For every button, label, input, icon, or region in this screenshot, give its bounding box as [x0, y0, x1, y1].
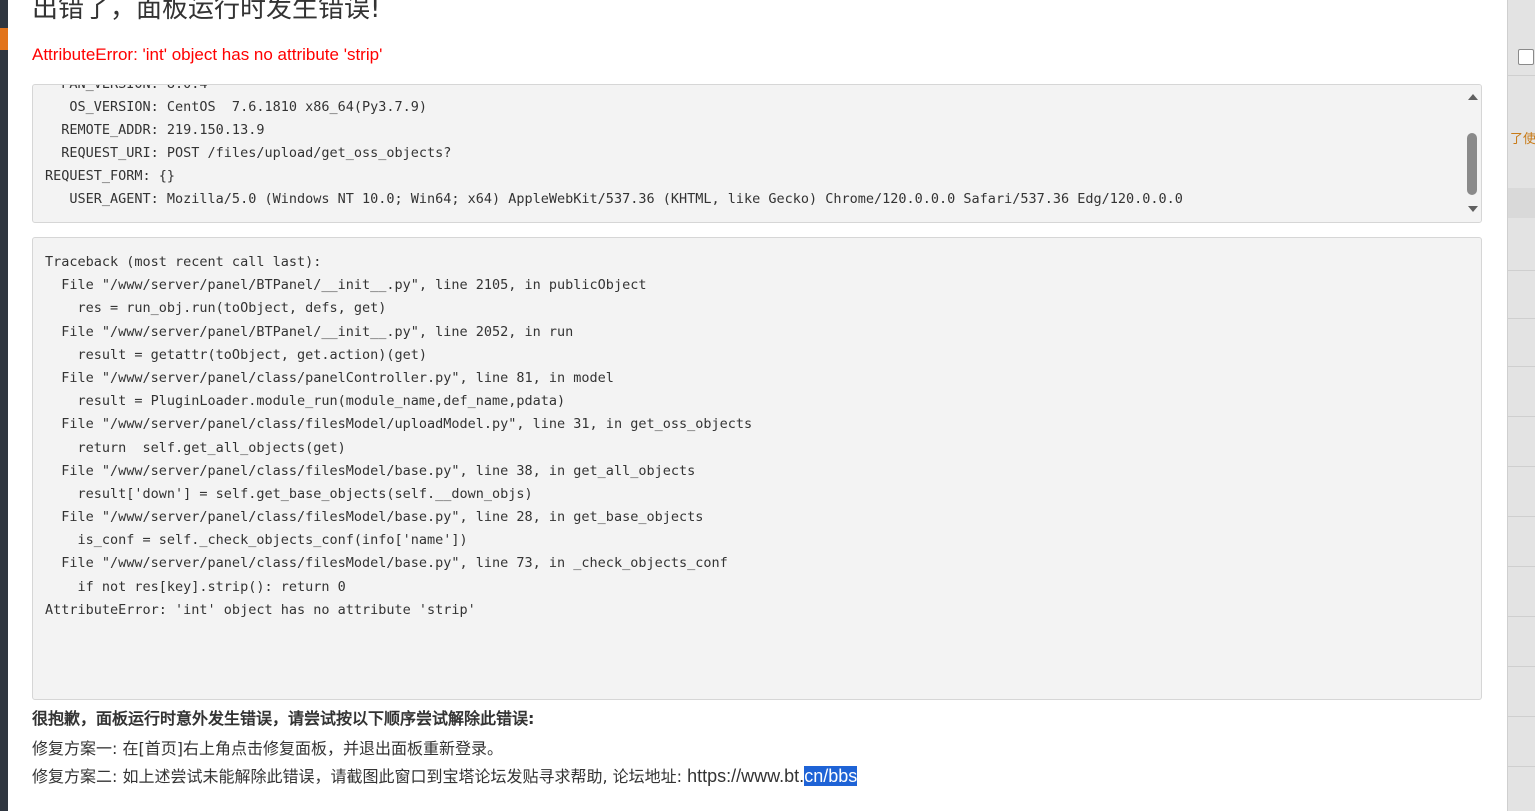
traceback-line: File "/www/server/panel/BTPanel/__init__…	[45, 323, 574, 340]
traceback-box[interactable]: Traceback (most recent call last): File …	[32, 237, 1482, 700]
background-page-left	[0, 0, 8, 811]
error-dialog: 出错了，面板运行时发生错误! AttributeError: 'int' obj…	[8, 0, 1507, 811]
traceback-line: File "/www/server/panel/class/panelContr…	[45, 369, 614, 386]
traceback-line: result = getattr(toObject, get.action)(g…	[45, 346, 428, 363]
background-divider	[1508, 716, 1535, 717]
scroll-down-arrow-icon[interactable]	[1468, 206, 1478, 212]
background-page-right: 了使用	[1507, 0, 1535, 811]
background-divider	[1508, 466, 1535, 467]
help-heading: 很抱歉，面板运行时意外发生错误，请尝试按以下顺序尝试解除此错误:	[32, 709, 535, 728]
dialog-title: 出错了，面板运行时发生错误!	[32, 0, 381, 24]
info-line: PAN_VERSION: 8.0.4	[45, 84, 208, 92]
traceback-line: if not res[key].strip(): return 0	[45, 578, 346, 595]
info-scrollbar[interactable]	[1464, 85, 1481, 222]
request-info-box[interactable]: PAN_VERSION: 8.0.4 OS_VERSION: CentOS 7.…	[32, 84, 1482, 223]
background-divider	[1508, 666, 1535, 667]
traceback-line: File "/www/server/panel/class/filesModel…	[45, 462, 696, 479]
background-divider	[1508, 516, 1535, 517]
traceback-line: File "/www/server/panel/class/filesModel…	[45, 509, 704, 526]
forum-link-selected[interactable]: cn/bbs	[804, 766, 858, 786]
traceback-line: Traceback (most recent call last):	[45, 254, 322, 270]
traceback-line: is_conf = self._check_objects_conf(info[…	[45, 532, 468, 549]
error-message: AttributeError: 'int' object has no attr…	[32, 45, 383, 64]
traceback-line: File "/www/server/panel/BTPanel/__init__…	[45, 277, 647, 294]
traceback-line: result['down'] = self.get_base_objects(s…	[45, 485, 533, 502]
scroll-thumb[interactable]	[1467, 133, 1477, 195]
traceback-line: return self.get_all_objects(get)	[45, 439, 346, 456]
traceback-line: File "/www/server/panel/class/filesModel…	[45, 416, 753, 433]
scroll-up-arrow-icon[interactable]	[1468, 94, 1478, 100]
fix-option-1: 修复方案一: 在[首页]右上角点击修复面板，并退出面板重新登录。	[32, 739, 503, 758]
fix-option-2-text: 修复方案二: 如上述尝试未能解除此错误，请截图此窗口到宝塔论坛发贴寻求帮助, 论…	[32, 767, 688, 786]
traceback-line: result = PluginLoader.module_run(module_…	[45, 393, 566, 410]
background-orange-marker	[0, 28, 8, 50]
info-line: REMOTE_ADDR: 219.150.13.9	[45, 122, 265, 138]
info-line: REQUEST_URI: POST /files/upload/get_oss_…	[45, 145, 452, 161]
background-right-text: 了使用	[1510, 132, 1535, 147]
fix-option-2: 修复方案二: 如上述尝试未能解除此错误，请截图此窗口到宝塔论坛发贴寻求帮助, 论…	[32, 763, 858, 787]
info-line: REQUEST_FORM: {}	[45, 168, 176, 184]
info-line: OS_VERSION: CentOS 7.6.1810 x86_64(Py3.7…	[45, 99, 428, 115]
traceback-line: res = run_obj.run(toObject, defs, get)	[45, 300, 387, 317]
background-divider	[1508, 616, 1535, 617]
background-divider	[1508, 318, 1535, 319]
traceback-line: File "/www/server/panel/class/filesModel…	[45, 555, 728, 572]
forum-link[interactable]: https://www.bt.	[687, 766, 804, 786]
background-divider	[1508, 366, 1535, 367]
background-row	[1508, 188, 1535, 218]
request-info-lines: PAN_VERSION: 8.0.4 OS_VERSION: CentOS 7.…	[45, 84, 1183, 211]
background-divider	[1508, 766, 1535, 767]
background-divider	[1508, 75, 1535, 76]
background-checkbox	[1518, 49, 1534, 65]
traceback-line: AttributeError: 'int' object has no attr…	[45, 601, 476, 618]
traceback-lines: Traceback (most recent call last): File …	[45, 251, 752, 622]
background-divider	[1508, 416, 1535, 417]
background-divider	[1508, 566, 1535, 567]
background-divider	[1508, 270, 1535, 271]
info-line: USER_AGENT: Mozilla/5.0 (Windows NT 10.0…	[45, 191, 1183, 207]
